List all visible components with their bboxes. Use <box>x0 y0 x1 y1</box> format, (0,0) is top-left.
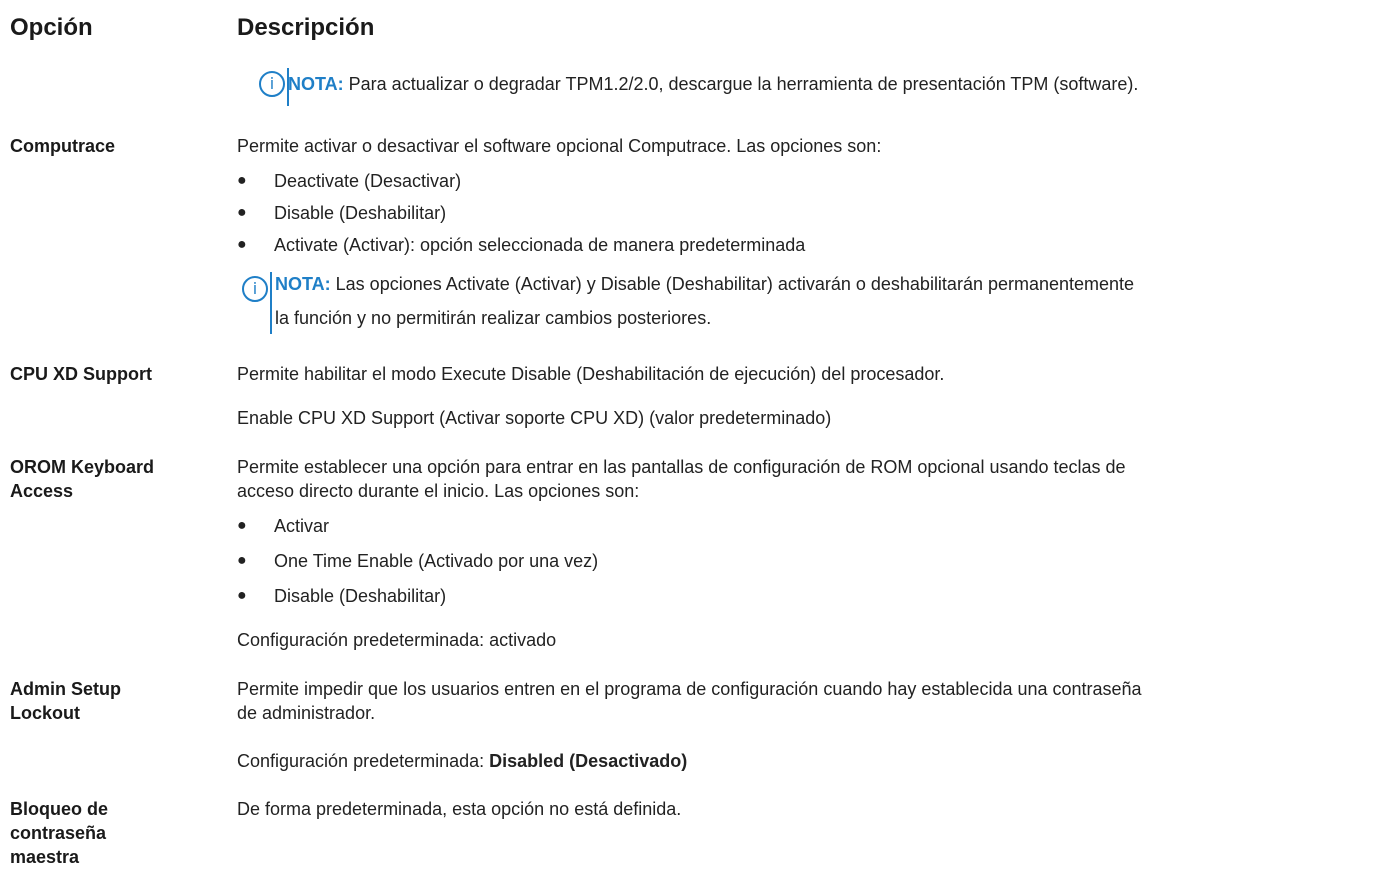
note-divider <box>270 272 272 334</box>
computrace-note-line2: la función y no permitirán realizar camb… <box>275 308 712 328</box>
option-computrace: Computrace <box>10 136 116 156</box>
computrace-note-line1: NOTA: Las opciones Activate (Activar) y … <box>275 274 1135 294</box>
orom-default: Configuración predeterminada: activado <box>237 630 557 650</box>
option-admin-setup-lockout: Admin Setup Lockout <box>10 679 121 723</box>
cpu-xd-description: Permite habilitar el modo Execute Disabl… <box>237 364 945 384</box>
note-label: NOTA: <box>288 74 344 94</box>
bullet-dot: ● <box>237 587 247 604</box>
list-item: ● Disable (Deshabilitar) <box>237 586 447 606</box>
master-password-description: De forma predeterminada, esta opción no … <box>237 799 682 819</box>
admin-description-line2: de administrador. <box>237 703 376 723</box>
list-item: ● One Time Enable (Activado por una vez) <box>237 551 599 571</box>
bullet-dot: ● <box>237 517 247 534</box>
bullet-dot: ● <box>237 204 247 221</box>
column-header-description: Descripción <box>237 14 375 41</box>
list-item: ● Deactivate (Desactivar) <box>237 171 462 191</box>
list-item: ● Activar <box>237 516 330 536</box>
admin-default: Configuración predeterminada: Disabled (… <box>237 751 688 771</box>
list-item: ● Activate (Activar): opción seleccionada… <box>237 235 806 255</box>
tpm-note: NOTA: Para actualizar o degradar TPM1.2/… <box>288 72 1138 96</box>
note-label: NOTA: <box>275 274 331 294</box>
option-master-password-lockout: Bloqueo de contraseña maestra <box>10 799 108 867</box>
option-orom-keyboard-access: OROM Keyboard Access <box>10 457 155 501</box>
computrace-intro: Permite activar o desactivar el software… <box>237 136 882 156</box>
admin-default-value: Disabled (Desactivado) <box>489 751 688 771</box>
info-icon: i <box>242 276 268 302</box>
info-icon: i <box>259 71 285 97</box>
orom-description-line1: Permite establecer una opción para entra… <box>237 457 1126 477</box>
bullet-dot: ● <box>237 552 247 569</box>
orom-description-line2: acceso directo durante el inicio. Las op… <box>237 481 640 501</box>
option-cpu-xd-support: CPU XD Support <box>10 364 152 384</box>
list-item: ● Disable (Deshabilitar) <box>237 203 447 223</box>
admin-description-line1: Permite impedir que los usuarios entren … <box>237 679 1142 699</box>
cpu-xd-default: Enable CPU XD Support (Activar soporte C… <box>237 408 832 428</box>
bullet-dot: ● <box>237 172 247 189</box>
note-text: Para actualizar o degradar TPM1.2/2.0, d… <box>343 74 1139 94</box>
bullet-dot: ● <box>237 236 247 253</box>
column-header-option: Opción <box>10 14 93 41</box>
